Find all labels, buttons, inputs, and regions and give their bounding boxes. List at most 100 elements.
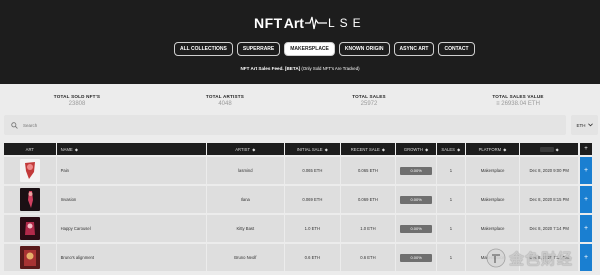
recent-sale-cell: 0.069 ETH	[340, 186, 396, 213]
column-platform-label: PLATFORM	[478, 146, 502, 152]
sort-icon: ◆	[455, 146, 461, 152]
search-icon	[11, 121, 18, 129]
pulse-wave-icon	[304, 16, 327, 30]
expand-row-button[interactable]: +	[580, 244, 592, 271]
column-recent-sale[interactable]: RECENT SALE ◆	[340, 143, 396, 155]
nav-superrare[interactable]: SUPERRARE	[236, 42, 281, 56]
growth-badge: 0.00%	[400, 195, 433, 204]
growth-cell: 0.00%	[396, 186, 436, 213]
currency-select[interactable]: ETH	[571, 115, 598, 135]
watermark-text: 金色财经	[509, 250, 574, 268]
site-header: NFT Art LSE ALL COLLECTIONS SUPERRARE MA…	[0, 0, 600, 84]
nav-known-origin[interactable]: KNOWN ORIGIN	[338, 42, 390, 56]
growth-badge: 0.00%	[400, 166, 433, 175]
growth-cell: 0.00%	[396, 244, 436, 271]
logo-lse: LSE	[327, 16, 366, 30]
column-growth-label: GROWTH	[403, 146, 423, 152]
stat-label: TOTAL SOLD NFT'S	[53, 94, 101, 99]
stat-value: ≡ 26938.04 ETH	[496, 101, 540, 107]
stat-value: 23808	[68, 101, 86, 107]
artwork-thumbnail[interactable]	[19, 217, 40, 240]
expand-header-icon: +	[580, 143, 592, 155]
column-artist[interactable]: ARTIST ◆	[206, 143, 285, 155]
art-cell	[4, 157, 56, 184]
recent-sale-cell: 0.6 ETH	[340, 244, 396, 271]
search-input[interactable]	[23, 122, 223, 128]
column-platform[interactable]: PLATFORM ◆	[465, 143, 520, 155]
art-cell	[4, 215, 56, 242]
nav-contact[interactable]: CONTACT	[438, 42, 475, 56]
table-row[interactable]: Happy Carousel Kitty Bast 1.0 ETH 1.0 ET…	[4, 215, 578, 242]
collection-nav: ALL COLLECTIONS SUPERRARE MAKERSPLACE KN…	[174, 42, 475, 56]
sort-icon: ◆	[73, 146, 79, 152]
initial-sale-cell: 0.065 ETH	[285, 157, 340, 184]
artist-cell[interactable]: Kitty Bast	[206, 215, 285, 242]
stat-value: 25972	[360, 101, 378, 107]
expand-row-button[interactable]: +	[580, 186, 592, 213]
stat-total-artists: TOTAL ARTISTS 4048	[165, 94, 285, 107]
stat-total-sold: TOTAL SOLD NFT'S 23808	[17, 94, 137, 107]
column-initial-label: INITIAL SALE	[296, 146, 323, 152]
table-header: ART NAME ◆ ARTIST ◆ INITIAL SALE ◆ RECEN…	[4, 143, 578, 155]
artist-cell[interactable]: lasmind	[206, 157, 285, 184]
artist-cell[interactable]: Ilana	[206, 186, 285, 213]
table-row[interactable]: Pain lasmind 0.065 ETH 0.065 ETH 0.00% 1…	[4, 157, 578, 184]
initial-sale-cell: 0.6 ETH	[285, 244, 340, 271]
growth-badge: 0.00%	[400, 224, 433, 233]
artist-cell[interactable]: Bruno Neolf	[206, 244, 285, 271]
sales-cell: 1	[436, 186, 465, 213]
nav-async-art[interactable]: ASYNC ART	[393, 42, 435, 56]
stat-value: 4048	[218, 101, 232, 107]
logo-art: Art	[283, 15, 304, 31]
artwork-thumbnail[interactable]	[19, 246, 40, 269]
search-bar	[4, 115, 566, 135]
expand-row-button[interactable]: +	[580, 157, 592, 184]
feed-title: NFT Art Sales Feed. [BETA]	[240, 66, 301, 71]
art-cell	[4, 244, 56, 271]
initial-sale-cell: 0.069 ETH	[285, 186, 340, 213]
stat-total-sales: TOTAL SALES 25972	[309, 94, 429, 107]
expand-row-button[interactable]: +	[580, 215, 592, 242]
stat-total-value: TOTAL SALES VALUE ≡ 26938.04 ETH	[458, 94, 578, 107]
platform-cell: Makersplace	[465, 186, 520, 213]
currency-value: ETH	[576, 122, 586, 128]
column-artist-label: ARTIST	[235, 146, 251, 152]
column-growth[interactable]: GROWTH ◆	[396, 143, 436, 155]
logo-nft: NFT	[254, 15, 283, 31]
column-date[interactable]: ◆	[520, 143, 578, 155]
chevron-down-icon	[587, 123, 593, 127]
growth-cell: 0.00%	[396, 157, 436, 184]
recent-sale-cell: 1.0 ETH	[340, 215, 396, 242]
stat-label: TOTAL SALES	[352, 94, 386, 99]
feed-note: (Only Sold NFT's Are Tracked)	[301, 66, 360, 71]
column-sales-label: SALES	[441, 146, 455, 152]
stats-bar: TOTAL SOLD NFT'S 23808 TOTAL ARTISTS 404…	[0, 88, 600, 110]
column-sales[interactable]: SALES ◆	[436, 143, 465, 155]
platform-cell: Makersplace	[465, 157, 520, 184]
column-name[interactable]: NAME ◆	[56, 143, 206, 155]
nav-all-collections[interactable]: ALL COLLECTIONS	[174, 42, 233, 56]
sort-active-indicator	[539, 146, 554, 152]
recent-sale-cell: 0.065 ETH	[340, 157, 396, 184]
nav-makersplace[interactable]: MAKERSPLACE	[284, 42, 335, 56]
column-recent-label: RECENT SALE	[350, 146, 380, 152]
sales-cell: 1	[436, 244, 465, 271]
name-cell: Pain	[56, 157, 206, 184]
name-cell: Happy Carousel	[56, 215, 206, 242]
sort-icon: ◆	[554, 146, 559, 152]
growth-cell: 0.00%	[396, 215, 436, 242]
sales-cell: 1	[436, 215, 465, 242]
artwork-thumbnail[interactable]	[19, 159, 40, 182]
table-row[interactable]: Invasion Ilana 0.069 ETH 0.069 ETH 0.00%…	[4, 186, 578, 213]
stat-label: TOTAL ARTISTS	[205, 94, 245, 99]
artwork-thumbnail[interactable]	[19, 188, 40, 211]
date-cell: Dec 8, 2020 9:00 PM	[520, 157, 578, 184]
art-cell	[4, 186, 56, 213]
sales-cell: 1	[436, 157, 465, 184]
site-logo[interactable]: NFT Art LSE	[254, 12, 366, 34]
watermark-logo-icon	[486, 248, 506, 268]
date-cell: Dec 8, 2020 7:14 PM	[520, 215, 578, 242]
name-cell: Invasion	[56, 186, 206, 213]
platform-cell: Makersplace	[465, 215, 520, 242]
column-initial-sale[interactable]: INITIAL SALE ◆	[285, 143, 340, 155]
